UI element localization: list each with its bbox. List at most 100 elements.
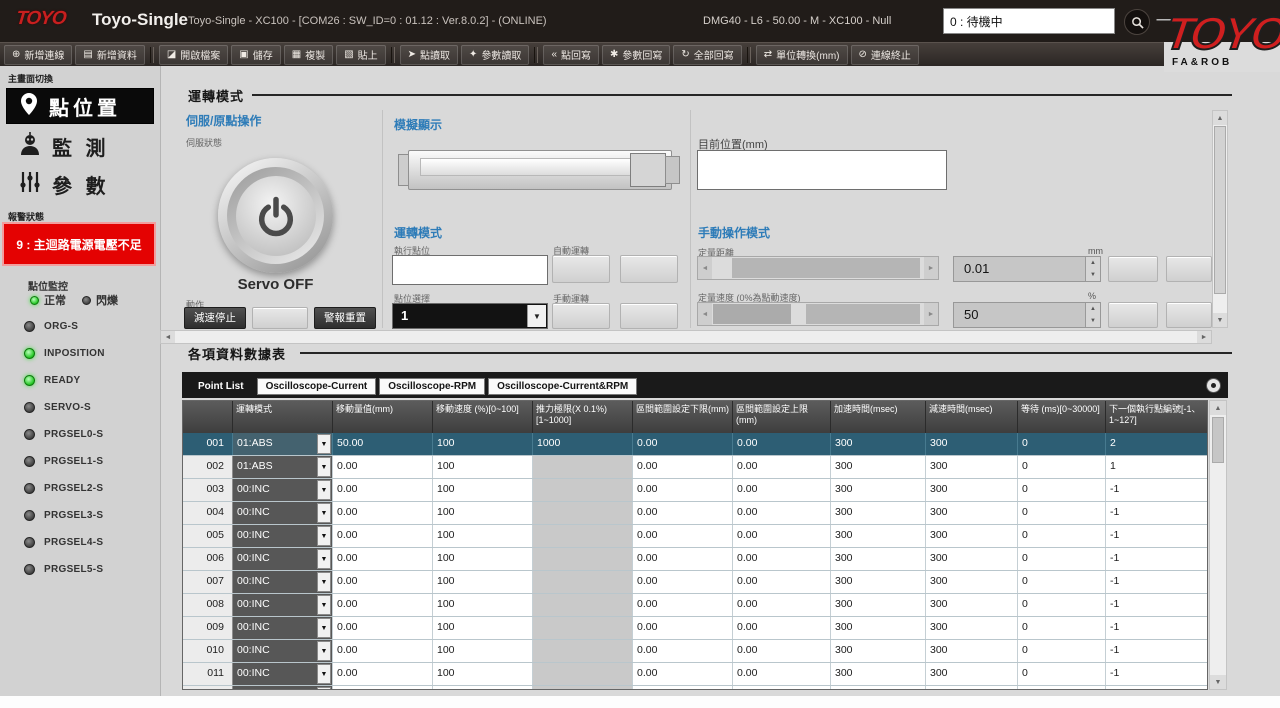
table-cell[interactable]: 100 <box>433 640 533 662</box>
table-cell[interactable] <box>533 640 633 662</box>
table-cell[interactable]: 300 <box>926 594 1018 616</box>
monitor-mode-option[interactable]: 正常 <box>30 292 66 308</box>
scroll-down-icon[interactable]: ▼ <box>1210 675 1226 689</box>
table-row[interactable]: 01200:INC▼0.001000.000.003003000-1 <box>183 686 1207 690</box>
table-cell[interactable]: 0.00 <box>633 686 733 690</box>
slider-left-icon[interactable]: ◄ <box>698 303 712 325</box>
toolbar-button-unit-convert[interactable]: ⇄單位轉換(mm) <box>756 45 848 65</box>
row-number-cell[interactable]: 008 <box>183 594 233 616</box>
speed-spinner[interactable]: 50 ▲▼ <box>953 302 1101 328</box>
table-cell[interactable]: 0.00 <box>733 479 831 501</box>
table-cell[interactable]: -1 <box>1106 594 1208 616</box>
table-cell[interactable] <box>533 479 633 501</box>
toolbar-button-read-params[interactable]: ✦參數讀取 <box>461 45 529 65</box>
table-cell[interactable]: 0.00 <box>633 617 733 639</box>
toolbar-button-connect[interactable]: ⊕新增連線 <box>4 45 72 65</box>
table-cell[interactable] <box>533 686 633 690</box>
slider-right-icon[interactable]: ► <box>924 303 938 325</box>
table-cell[interactable]: 100 <box>433 433 533 455</box>
table-cell[interactable]: 100 <box>433 502 533 524</box>
table-cell[interactable]: 0.00 <box>633 548 733 570</box>
table-cell[interactable]: 300 <box>831 548 926 570</box>
tab-oscilloscope-current[interactable]: Oscilloscope-Current <box>257 378 377 395</box>
speed-slider[interactable]: ◄ ► <box>697 302 939 326</box>
table-cell[interactable]: 0.00 <box>633 433 733 455</box>
table-cell[interactable]: 300 <box>831 594 926 616</box>
table-cell[interactable]: 300 <box>831 640 926 662</box>
alarm-reset-button[interactable]: 警報重置 <box>314 307 376 329</box>
table-cell[interactable]: 300 <box>926 479 1018 501</box>
chevron-down-icon[interactable]: ▼ <box>317 434 331 454</box>
magnifier-button[interactable] <box>1124 9 1150 35</box>
table-cell[interactable]: 0.00 <box>633 525 733 547</box>
table-cell[interactable] <box>533 525 633 547</box>
chevron-down-icon[interactable]: ▼ <box>317 618 331 638</box>
table-cell[interactable] <box>533 456 633 478</box>
table-cell[interactable]: 100 <box>433 594 533 616</box>
slider-left-icon[interactable]: ◄ <box>698 257 712 279</box>
table-cell[interactable]: 0.00 <box>733 686 831 690</box>
table-cell[interactable]: 0.00 <box>633 456 733 478</box>
monitor-mode-option[interactable]: 閃爍 <box>82 292 118 308</box>
table-cell[interactable]: 0.00 <box>633 502 733 524</box>
table-cell[interactable]: 0.00 <box>633 663 733 685</box>
scroll-left-icon[interactable]: ◄ <box>161 331 175 343</box>
table-vertical-scrollbar[interactable]: ▲ ▼ <box>1209 400 1227 690</box>
manual-run-button-1[interactable] <box>552 303 610 329</box>
table-cell[interactable]: 0.00 <box>333 663 433 685</box>
table-cell[interactable]: 0.00 <box>733 594 831 616</box>
table-row[interactable]: 00300:INC▼0.001000.000.003003000-1 <box>183 479 1207 502</box>
table-cell[interactable] <box>533 594 633 616</box>
exec-point-field[interactable] <box>392 255 548 285</box>
toolbar-button-write-params[interactable]: ✱參數回寫 <box>602 45 670 65</box>
point-select-dropdown[interactable]: 1 ▼ <box>392 303 548 329</box>
run-mode-cell[interactable]: 00:INC▼ <box>233 525 333 547</box>
sidebar-item-point-position[interactable]: 點位置 <box>6 88 154 124</box>
jog-minus-button[interactable] <box>1108 302 1158 328</box>
row-number-cell[interactable]: 011 <box>183 663 233 685</box>
table-cell[interactable]: 0.00 <box>733 502 831 524</box>
table-row[interactable]: 00500:INC▼0.001000.000.003003000-1 <box>183 525 1207 548</box>
table-row[interactable]: 01100:INC▼0.001000.000.003003000-1 <box>183 663 1207 686</box>
table-cell[interactable]: 0.00 <box>733 663 831 685</box>
run-mode-cell[interactable]: 00:INC▼ <box>233 548 333 570</box>
chevron-down-icon[interactable]: ▼ <box>317 503 331 523</box>
row-number-cell[interactable]: 006 <box>183 548 233 570</box>
table-cell[interactable]: 100 <box>433 548 533 570</box>
run-mode-cell[interactable]: 00:INC▼ <box>233 640 333 662</box>
table-cell[interactable]: 300 <box>926 663 1018 685</box>
scroll-right-icon[interactable]: ► <box>1197 331 1211 343</box>
table-cell[interactable]: 2 <box>1106 433 1208 455</box>
table-cell[interactable] <box>533 548 633 570</box>
spinner-arrows[interactable]: ▲▼ <box>1085 257 1100 281</box>
chevron-down-icon[interactable]: ▼ <box>317 457 331 477</box>
run-mode-cell[interactable]: 00:INC▼ <box>233 594 333 616</box>
chevron-down-icon[interactable]: ▼ <box>527 305 546 327</box>
toolbar-button-write-points[interactable]: «點回寫 <box>543 45 599 65</box>
table-cell[interactable]: 1 <box>1106 456 1208 478</box>
scroll-down-icon[interactable]: ▼ <box>1213 313 1227 327</box>
auto-run-button-2[interactable] <box>620 255 678 283</box>
table-row[interactable]: 00700:INC▼0.001000.000.003003000-1 <box>183 571 1207 594</box>
table-cell[interactable]: 0 <box>1018 433 1106 455</box>
scroll-up-icon[interactable]: ▲ <box>1210 401 1226 415</box>
tab-oscilloscope-current-rpm[interactable]: Oscilloscope-Current&RPM <box>488 378 637 395</box>
row-number-cell[interactable]: 003 <box>183 479 233 501</box>
table-cell[interactable]: 0 <box>1018 571 1106 593</box>
row-number-cell[interactable]: 001 <box>183 433 233 455</box>
table-cell[interactable]: 100 <box>433 479 533 501</box>
chevron-down-icon[interactable]: ▼ <box>317 526 331 546</box>
table-cell[interactable]: 0.00 <box>333 479 433 501</box>
table-cell[interactable]: 300 <box>926 433 1018 455</box>
panel-horizontal-scrollbar[interactable]: ◄ ► <box>160 330 1212 344</box>
chevron-down-icon[interactable]: ▼ <box>317 572 331 592</box>
jog-plus-button[interactable] <box>1166 256 1212 282</box>
table-cell[interactable]: 300 <box>831 502 926 524</box>
toolbar-button-disconnect[interactable]: ⊘連線終止 <box>851 45 919 65</box>
table-row[interactable]: 00101:ABS▼50.0010010000.000.0030030002 <box>183 433 1207 456</box>
row-number-cell[interactable]: 010 <box>183 640 233 662</box>
chevron-down-icon[interactable]: ▼ <box>317 687 331 690</box>
scroll-up-icon[interactable]: ▲ <box>1213 111 1227 125</box>
row-number-cell[interactable]: 002 <box>183 456 233 478</box>
table-cell[interactable]: 0.00 <box>333 456 433 478</box>
